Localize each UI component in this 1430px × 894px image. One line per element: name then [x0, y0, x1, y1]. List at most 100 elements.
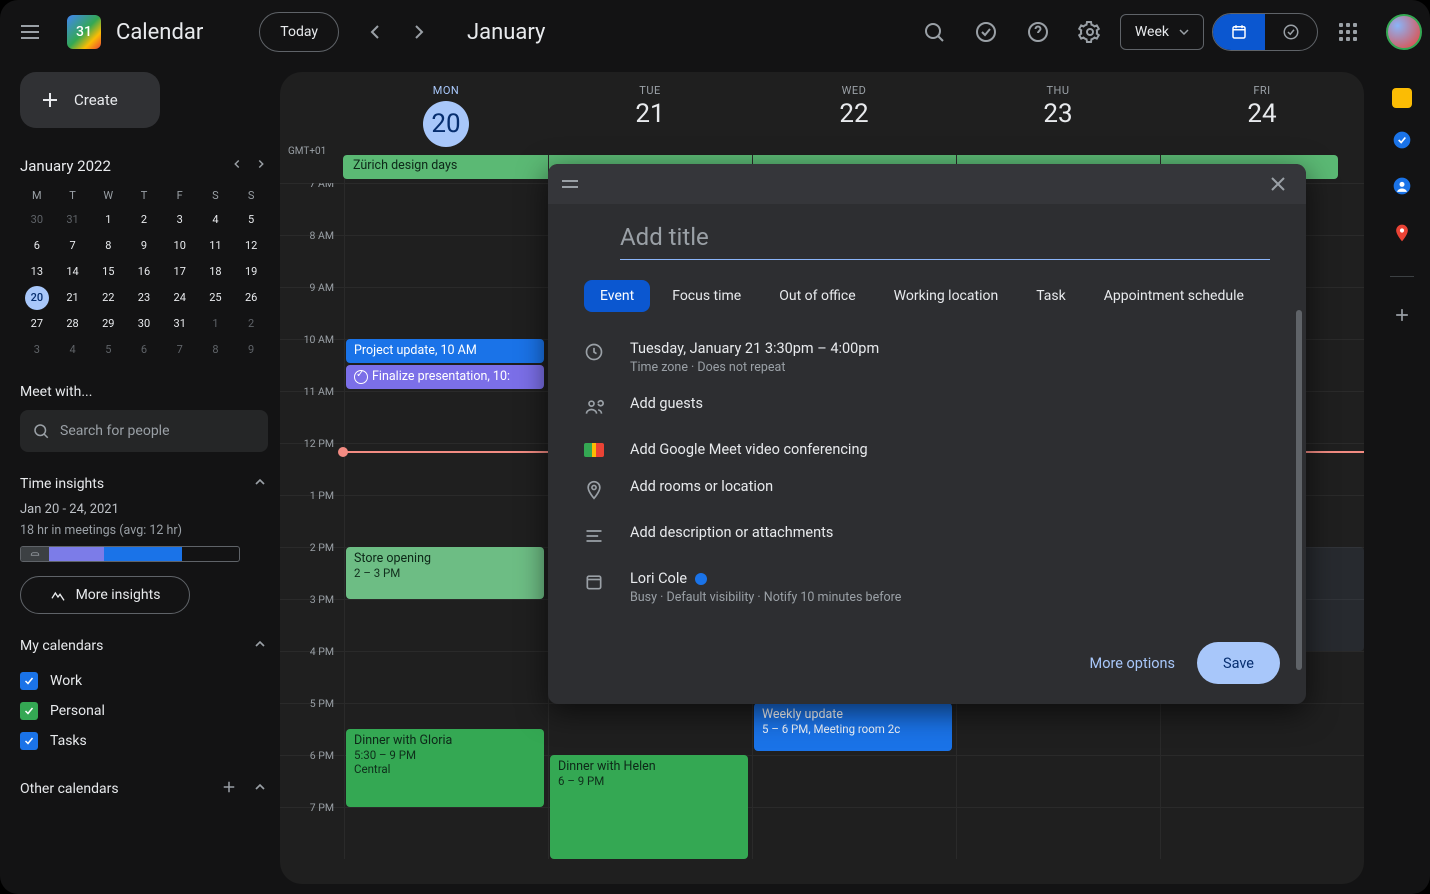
mini-next-button[interactable] — [254, 156, 268, 175]
mini-prev-button[interactable] — [230, 156, 244, 175]
mini-day-cell[interactable]: 15 — [96, 260, 120, 284]
day-header[interactable]: FRI24 — [1160, 72, 1364, 155]
event-type-chip[interactable]: Task — [1020, 280, 1082, 312]
mini-day-cell[interactable]: 27 — [25, 312, 49, 336]
time-cell[interactable] — [344, 288, 548, 339]
calendar-event[interactable]: Store opening2 – 3 PM — [346, 547, 544, 599]
mini-day-cell[interactable]: 5 — [96, 338, 120, 362]
mini-day-cell[interactable]: 19 — [239, 260, 263, 284]
add-meet-button[interactable]: Add Google Meet video conferencing — [630, 441, 1270, 458]
mini-day-cell[interactable]: 29 — [96, 312, 120, 336]
calendar-event[interactable]: Weekly update5 – 6 PM, Meeting room 2c — [754, 703, 952, 751]
next-week-button[interactable] — [397, 10, 441, 54]
calendar-mode-segment[interactable] — [1213, 14, 1265, 50]
add-other-calendar-button[interactable] — [220, 778, 238, 800]
view-selector[interactable]: Week — [1120, 14, 1204, 50]
time-cell[interactable] — [1160, 704, 1364, 755]
time-cell[interactable] — [1160, 808, 1364, 859]
help-button[interactable] — [1016, 10, 1060, 54]
mini-day-cell[interactable]: 26 — [239, 286, 263, 310]
mini-day-cell[interactable]: 20 — [25, 286, 49, 310]
google-apps-button[interactable] — [1326, 10, 1370, 54]
my-calendars-header[interactable]: My calendars — [20, 636, 268, 656]
mini-day-cell[interactable]: 7 — [168, 338, 192, 362]
time-cell[interactable] — [344, 496, 548, 547]
mini-day-cell[interactable]: 22 — [96, 286, 120, 310]
time-cell[interactable] — [344, 184, 548, 235]
mini-day-cell[interactable]: 8 — [203, 338, 227, 362]
calendar-event[interactable]: Project update, 10 AM — [346, 339, 544, 363]
day-header[interactable]: THU23 — [956, 72, 1160, 155]
mini-day-cell[interactable]: 3 — [25, 338, 49, 362]
save-button[interactable]: Save — [1197, 642, 1280, 684]
calendar-list-item[interactable]: Work — [20, 666, 268, 696]
mini-day-cell[interactable]: 13 — [25, 260, 49, 284]
mini-calendar[interactable]: January 2022 MTWTFSS30311234567891011121… — [20, 156, 268, 362]
account-avatar[interactable] — [1386, 14, 1422, 50]
main-menu-button[interactable] — [8, 10, 52, 54]
mini-day-cell[interactable]: 24 — [168, 286, 192, 310]
time-cell[interactable] — [548, 704, 752, 755]
close-dialog-button[interactable] — [1262, 168, 1294, 200]
add-description-button[interactable]: Add description or attachments — [630, 524, 1270, 541]
add-guests-button[interactable]: Add guests — [630, 395, 1270, 412]
time-cell[interactable] — [956, 756, 1160, 807]
mini-day-cell[interactable]: 2 — [132, 208, 156, 232]
settings-button[interactable] — [1068, 10, 1112, 54]
mini-day-cell[interactable]: 4 — [61, 338, 85, 362]
search-people-input[interactable]: Search for people — [20, 410, 268, 452]
time-cell[interactable] — [1160, 756, 1364, 807]
more-insights-button[interactable]: More insights — [20, 576, 190, 614]
mini-day-cell[interactable]: 18 — [203, 260, 227, 284]
mini-day-cell[interactable]: 6 — [25, 234, 49, 258]
event-type-chip[interactable]: Out of office — [763, 280, 871, 312]
mini-day-cell[interactable]: 5 — [239, 208, 263, 232]
mini-day-cell[interactable]: 31 — [61, 208, 85, 232]
mini-day-cell[interactable]: 28 — [61, 312, 85, 336]
contacts-icon[interactable] — [1392, 176, 1412, 200]
event-time-button[interactable]: Tuesday, January 21 3:30pm – 4:00pm Time… — [630, 340, 1270, 375]
mini-day-cell[interactable]: 6 — [132, 338, 156, 362]
time-cell[interactable] — [956, 704, 1160, 755]
get-addons-button[interactable] — [1392, 305, 1412, 329]
calendar-list-item[interactable]: Tasks — [20, 726, 268, 756]
day-header[interactable]: TUE21 — [548, 72, 752, 155]
day-header[interactable]: WED22 — [752, 72, 956, 155]
mini-day-cell[interactable]: 17 — [168, 260, 192, 284]
maps-icon[interactable] — [1392, 222, 1412, 248]
mini-day-cell[interactable]: 14 — [61, 260, 85, 284]
calendar-checkbox[interactable] — [20, 702, 38, 720]
time-cell[interactable] — [344, 652, 548, 703]
time-cell[interactable] — [344, 236, 548, 287]
calendar-event[interactable]: Dinner with Gloria5:30 – 9 PMCentral — [346, 729, 544, 807]
mini-day-cell[interactable]: 4 — [203, 208, 227, 232]
drag-handle-icon[interactable] — [560, 175, 580, 194]
mini-day-cell[interactable]: 30 — [25, 208, 49, 232]
time-cell[interactable] — [344, 808, 548, 859]
mini-day-cell[interactable]: 2 — [239, 312, 263, 336]
time-cell[interactable] — [752, 756, 956, 807]
calendar-event[interactable]: Finalize presentation, 10: — [346, 365, 544, 389]
time-cell[interactable] — [752, 808, 956, 859]
allday-cell[interactable]: Zürich design days — [344, 155, 548, 183]
today-button[interactable]: Today — [259, 12, 339, 52]
time-cell[interactable] — [344, 392, 548, 443]
mini-day-cell[interactable]: 11 — [203, 234, 227, 258]
event-type-chip[interactable]: Focus time — [656, 280, 757, 312]
calendar-tasks-toggle[interactable] — [1212, 13, 1318, 51]
create-button[interactable]: Create — [20, 72, 160, 128]
event-type-chip[interactable]: Working location — [878, 280, 1015, 312]
mini-day-cell[interactable]: 7 — [61, 234, 85, 258]
mini-day-cell[interactable]: 9 — [132, 234, 156, 258]
tasks-mode-segment[interactable] — [1265, 14, 1317, 50]
mini-day-cell[interactable]: 9 — [239, 338, 263, 362]
event-type-chip[interactable]: Appointment schedule — [1088, 280, 1260, 312]
prev-week-button[interactable] — [353, 10, 397, 54]
calendar-checkbox[interactable] — [20, 672, 38, 690]
calendar-event[interactable]: Dinner with Helen6 – 9 PM — [550, 755, 748, 859]
mini-day-cell[interactable]: 16 — [132, 260, 156, 284]
event-type-chip[interactable]: Event — [584, 280, 650, 312]
add-location-button[interactable]: Add rooms or location — [630, 478, 1270, 495]
event-title-input[interactable] — [620, 214, 1270, 260]
calendar-list-item[interactable]: Personal — [20, 696, 268, 726]
